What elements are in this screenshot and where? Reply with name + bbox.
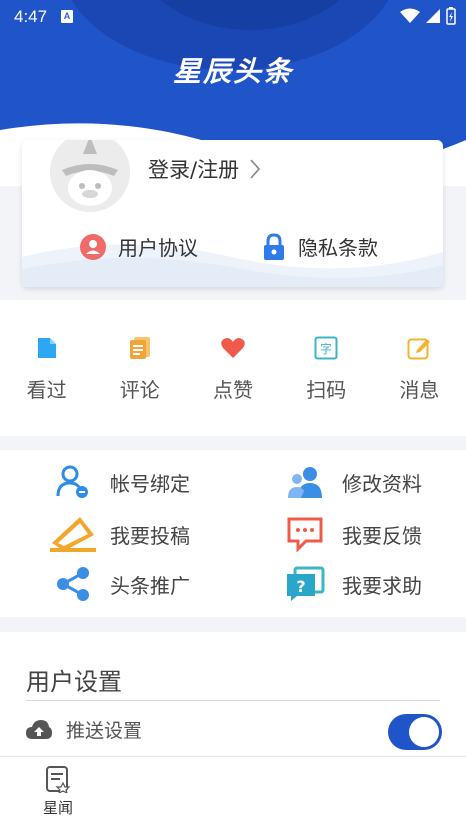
quick-item-label: 看过	[26, 378, 67, 402]
avatar-mascot-icon	[50, 140, 130, 212]
service-menu: 帐号绑定 修改资料 我要投稿 我要反馈 头条推广 ? 我要求助	[0, 450, 466, 617]
user-agreement-label: 用户协议	[118, 236, 198, 260]
menu-item-feedback[interactable]: 我要反馈	[282, 514, 422, 554]
scan-char-icon: 字	[314, 336, 338, 360]
menu-item-label: 头条推广	[110, 573, 190, 598]
brand-title: 星辰头条	[172, 55, 293, 88]
quick-item-comments[interactable]: 评论	[93, 300, 186, 436]
signal-icon	[426, 9, 440, 23]
edit-note-icon	[407, 338, 431, 360]
wifi-icon	[400, 8, 420, 23]
bottom-tab-bar: 星闻	[0, 756, 466, 830]
status-bar: 4:47 A	[0, 0, 466, 34]
edit-profile-icon	[282, 462, 328, 502]
push-toggle[interactable]	[388, 714, 442, 750]
help-icon: ?	[282, 564, 328, 604]
quick-item-label: 消息	[399, 378, 440, 402]
menu-item-label: 我要反馈	[342, 523, 422, 548]
menu-item-edit-profile[interactable]: 修改资料	[282, 462, 422, 502]
menu-item-promote[interactable]: 头条推广	[50, 564, 190, 604]
quick-item-label: 扫码	[306, 378, 347, 402]
chevron-right-icon	[250, 159, 261, 179]
tab-label: 星闻	[42, 799, 73, 817]
quick-item-scan[interactable]: 字 扫码	[280, 300, 373, 436]
profile-card: 登录/注册 用户协议 隐私条款	[22, 140, 443, 287]
user-agreement-link[interactable]: 用户协议	[80, 232, 198, 261]
lock-icon	[264, 232, 284, 260]
menu-item-contribute[interactable]: 我要投稿	[50, 514, 190, 554]
quick-item-messages[interactable]: 消息	[373, 300, 466, 436]
login-register-link[interactable]: 登录/注册	[148, 154, 261, 184]
push-settings-label: 推送设置	[66, 720, 143, 742]
menu-item-account-bind[interactable]: 帐号绑定	[50, 462, 190, 502]
login-label: 登录/注册	[148, 158, 240, 182]
notification-a-icon: A	[61, 10, 73, 23]
menu-item-label: 我要投稿	[110, 523, 190, 548]
heart-icon	[221, 338, 245, 358]
status-icons	[400, 7, 456, 25]
svg-text:字: 字	[320, 341, 332, 356]
quick-item-viewed[interactable]: 看过	[0, 300, 93, 436]
status-time: 4:47	[14, 7, 48, 26]
toggle-knob	[409, 717, 439, 747]
account-bind-icon	[50, 462, 96, 502]
menu-item-label: 帐号绑定	[110, 471, 190, 496]
quick-item-label: 评论	[119, 378, 160, 402]
tab-news[interactable]: 星闻	[30, 765, 86, 818]
user-agreement-icon	[80, 233, 106, 260]
quick-actions: 看过 评论 点赞 字 扫码 消息	[0, 300, 466, 436]
comment-list-icon	[129, 337, 150, 359]
document-icon	[37, 338, 56, 358]
settings-title: 用户设置	[26, 668, 122, 696]
battery-icon	[446, 7, 456, 25]
menu-item-label: 修改资料	[342, 471, 422, 496]
menu-item-label: 我要求助	[342, 573, 422, 598]
avatar[interactable]	[50, 140, 130, 212]
contribute-icon	[50, 514, 96, 554]
quick-item-likes[interactable]: 点赞	[186, 300, 279, 436]
svg-text:?: ?	[296, 577, 305, 596]
push-settings-row[interactable]: 推送设置	[26, 716, 142, 743]
news-doc-icon	[46, 766, 71, 793]
quick-item-label: 点赞	[213, 378, 253, 402]
cloud-upload-icon	[26, 719, 52, 739]
privacy-policy-link[interactable]: 隐私条款	[262, 232, 378, 261]
privacy-policy-label: 隐私条款	[298, 236, 378, 260]
menu-item-help[interactable]: ? 我要求助	[282, 564, 422, 604]
feedback-icon	[282, 514, 328, 554]
share-icon	[50, 564, 96, 604]
settings-divider	[26, 700, 440, 701]
